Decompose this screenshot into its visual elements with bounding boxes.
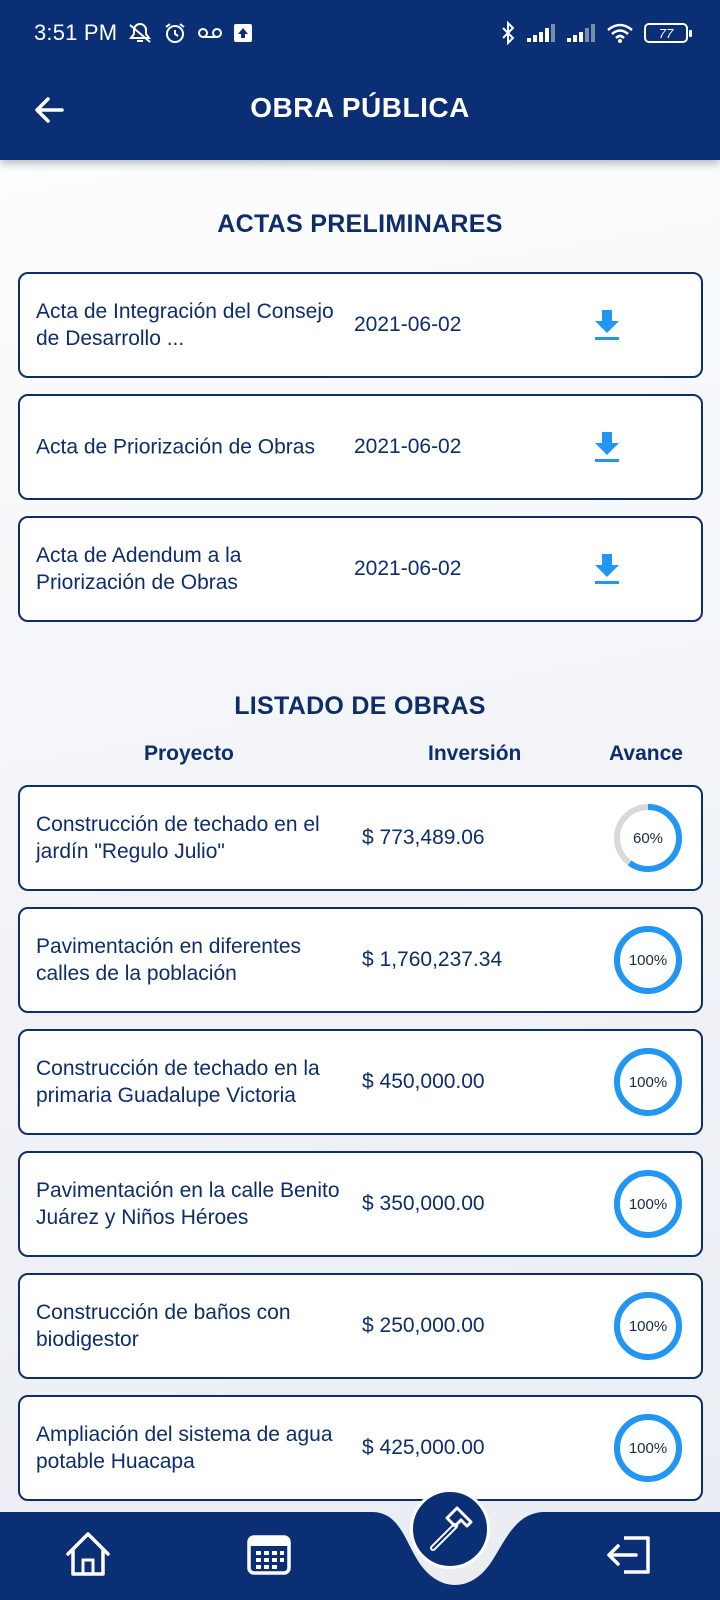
obra-card[interactable]: Ampliación del sistema de agua potable H…: [18, 1395, 703, 1501]
obras-section-title: LISTADO DE OBRAS: [234, 692, 486, 720]
obra-name: Ampliación del sistema de agua potable H…: [36, 1423, 333, 1473]
acta-card: Acta de Adendum a la Priorización de Obr…: [18, 516, 703, 622]
obra-card[interactable]: Construcción de baños con biodigestor $ …: [18, 1273, 703, 1379]
download-icon[interactable]: [592, 308, 622, 342]
status-bar: 3:51 PM 77: [0, 0, 720, 66]
obra-name: Construcción de techado en el jardín "Re…: [36, 813, 320, 863]
acta-name: Acta de Adendum a la Priorización de Obr…: [36, 544, 242, 594]
progress-ring: 100%: [612, 924, 684, 996]
bluetooth-icon: [500, 21, 516, 45]
progress-ring: 100%: [612, 1168, 684, 1240]
progress-label: 100%: [628, 951, 668, 969]
download-icon[interactable]: [592, 430, 622, 464]
muted-alert-icon: [127, 22, 153, 44]
status-left: 3:51 PM: [34, 20, 253, 46]
obra-name: Construcción de baños con biodigestor: [36, 1301, 291, 1351]
progress-label: 100%: [628, 1439, 668, 1457]
app-header: OBRA PÚBLICA: [0, 66, 720, 160]
calendar-icon[interactable]: [246, 1532, 292, 1581]
progress-label: 100%: [628, 1317, 668, 1335]
obra-card[interactable]: Pavimentación en la calle Benito Juárez …: [18, 1151, 703, 1257]
status-time: 3:51 PM: [34, 20, 118, 45]
acta-card: Acta de Integración del Consejo de Desar…: [18, 272, 703, 378]
obra-card[interactable]: Construcción de techado en el jardín "Re…: [18, 785, 703, 891]
acta-date: 2021-06-02: [354, 313, 462, 336]
obra-amount: $ 450,000.00: [362, 1070, 485, 1093]
obra-amount: $ 1,760,237.34: [362, 948, 503, 971]
obra-amount: $ 250,000.00: [362, 1314, 485, 1337]
home-icon[interactable]: [62, 1528, 114, 1585]
hammer-icon[interactable]: [410, 1489, 490, 1569]
progress-ring: 60%: [612, 802, 684, 874]
upload-icon: [233, 23, 253, 43]
status-right: 77: [500, 21, 692, 45]
obra-name: Pavimentación en diferentes calles de la…: [36, 935, 301, 985]
bottom-nav: [0, 1512, 720, 1600]
acta-card: Acta de Priorización de Obras 2021-06-02: [18, 394, 703, 500]
obra-card[interactable]: Pavimentación en diferentes calles de la…: [18, 907, 703, 1013]
wifi-icon: [606, 22, 634, 44]
column-header-proyecto: Proyecto: [144, 742, 234, 765]
progress-ring: 100%: [612, 1290, 684, 1362]
column-header-avance: Avance: [609, 742, 683, 765]
acta-date: 2021-06-02: [354, 435, 462, 458]
page-title: OBRA PÚBLICA: [250, 92, 470, 123]
obra-amount: $ 350,000.00: [362, 1192, 485, 1215]
acta-name: Acta de Integración del Consejo de Desar…: [36, 300, 334, 350]
progress-label: 100%: [628, 1195, 668, 1213]
obra-amount: $ 773,489.06: [362, 826, 485, 849]
obra-amount: $ 425,000.00: [362, 1436, 485, 1459]
obra-card[interactable]: Construcción de techado en la primaria G…: [18, 1029, 703, 1135]
obra-name: Pavimentación en la calle Benito Juárez …: [36, 1179, 340, 1229]
progress-ring: 100%: [612, 1412, 684, 1484]
voicemail-icon: [197, 25, 223, 41]
signal-icon: [566, 23, 596, 43]
progress-label: 100%: [628, 1073, 668, 1091]
obra-name: Construcción de techado en la primaria G…: [36, 1057, 320, 1107]
signal-icon: [526, 23, 556, 43]
acta-date: 2021-06-02: [354, 557, 462, 580]
actas-section-title: ACTAS PRELIMINARES: [217, 210, 503, 238]
progress-label: 60%: [632, 829, 664, 847]
download-icon[interactable]: [592, 552, 622, 586]
progress-ring: 100%: [612, 1046, 684, 1118]
battery-icon: 77: [644, 23, 692, 43]
column-header-inversion: Inversión: [428, 742, 522, 765]
logout-icon[interactable]: [604, 1532, 656, 1583]
acta-name: Acta de Priorización de Obras: [36, 435, 315, 459]
alarm-icon: [163, 21, 187, 45]
